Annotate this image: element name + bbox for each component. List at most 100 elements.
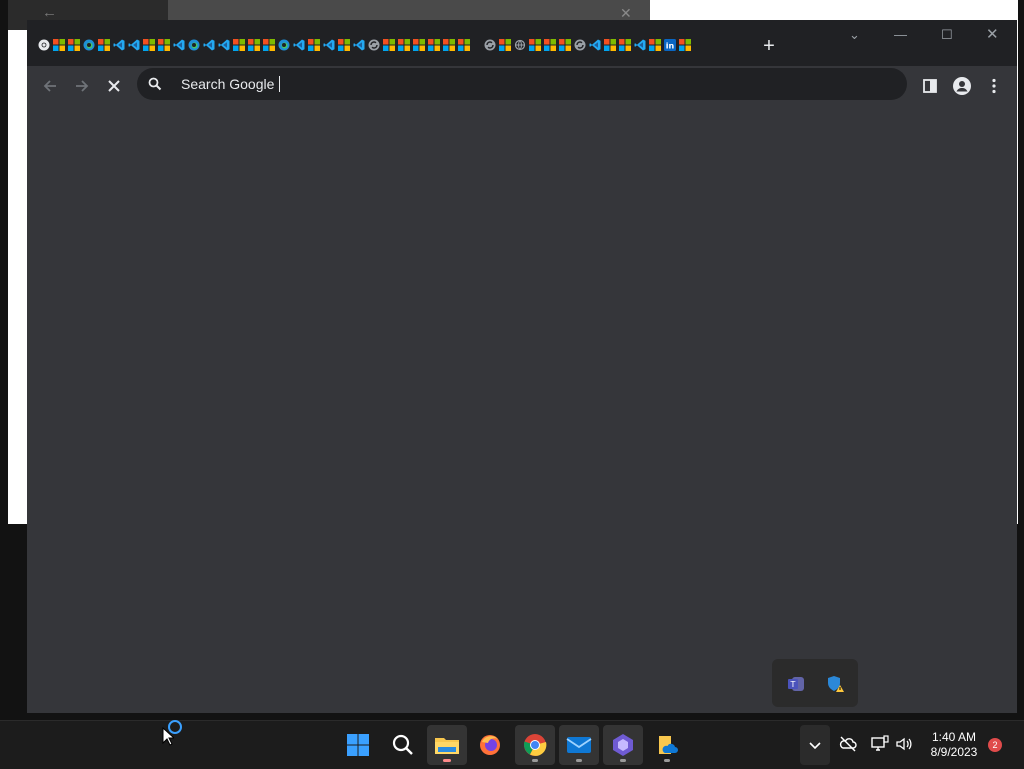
- browser-tab[interactable]: [368, 39, 380, 53]
- side-panel-icon: [923, 79, 937, 93]
- microsoft-icon: [649, 39, 661, 51]
- vscode-icon: [323, 39, 335, 51]
- edge-icon: [278, 39, 290, 51]
- onedrive-files-button[interactable]: [647, 725, 687, 765]
- side-panel-button[interactable]: [918, 74, 942, 98]
- browser-tab[interactable]: [308, 39, 320, 53]
- browser-tab[interactable]: [398, 39, 410, 53]
- browser-tab[interactable]: [338, 39, 350, 53]
- browser-tab[interactable]: [293, 39, 305, 53]
- address-bar-input[interactable]: Search Google: [181, 76, 281, 92]
- clock[interactable]: 1:40 AM 8/9/2023: [920, 730, 988, 760]
- vscode-icon: [634, 39, 646, 51]
- browser-tab[interactable]: [458, 39, 470, 53]
- browser-tab[interactable]: [98, 39, 110, 53]
- maximize-button[interactable]: ☐: [941, 28, 953, 42]
- browser-tab[interactable]: [68, 39, 80, 53]
- browser-tab[interactable]: [428, 39, 440, 53]
- page-content[interactable]: [27, 106, 1017, 713]
- browser-tab[interactable]: [484, 39, 496, 53]
- stop-loading-button[interactable]: [102, 74, 126, 98]
- microsoft-icon: [544, 39, 556, 51]
- browser-tab[interactable]: [263, 39, 275, 53]
- background-window-tab[interactable]: [168, 0, 650, 22]
- browser-tab[interactable]: [499, 39, 511, 53]
- file-explorer-button[interactable]: [427, 725, 467, 765]
- tab-search-chevron-icon[interactable]: ⌄: [849, 28, 860, 42]
- browser-tab[interactable]: [443, 39, 455, 53]
- browser-tab[interactable]: [218, 39, 230, 53]
- browser-tab[interactable]: [529, 39, 541, 53]
- running-indicator: [664, 759, 670, 762]
- teams-icon[interactable]: T: [786, 674, 806, 694]
- running-indicator: [532, 759, 538, 762]
- chrome-button[interactable]: [515, 725, 555, 765]
- browser-tab[interactable]: [649, 39, 661, 53]
- browser-tab[interactable]: [128, 39, 140, 53]
- edge-icon: [188, 39, 200, 51]
- menu-button[interactable]: [982, 74, 1006, 98]
- address-bar[interactable]: Search Google: [137, 68, 907, 100]
- browser-tab[interactable]: [604, 39, 616, 53]
- profile-icon: [953, 77, 971, 95]
- profile-button[interactable]: [950, 74, 974, 98]
- browser-tab[interactable]: [619, 39, 631, 53]
- globe-icon: [514, 39, 526, 51]
- browser-tab[interactable]: [173, 39, 185, 53]
- browser-tab[interactable]: [413, 39, 425, 53]
- browser-tab[interactable]: [574, 39, 586, 53]
- browser-tab[interactable]: [323, 39, 335, 53]
- volume-icon[interactable]: [895, 735, 913, 753]
- browser-tab[interactable]: [83, 39, 95, 53]
- onedrive-offline-icon[interactable]: [839, 735, 857, 753]
- background-back-arrow-icon[interactable]: ←: [42, 4, 57, 21]
- browser-tab[interactable]: [113, 39, 125, 53]
- browser-tab[interactable]: [38, 39, 50, 53]
- microsoft-icon: [443, 39, 455, 51]
- browser-tab[interactable]: [203, 39, 215, 53]
- browser-tab[interactable]: [559, 39, 571, 53]
- back-button[interactable]: [38, 74, 62, 98]
- browser-tab[interactable]: [353, 39, 365, 53]
- browser-tab[interactable]: [514, 39, 526, 53]
- show-hidden-icons-button[interactable]: [800, 725, 830, 765]
- microsoft-icon: [383, 39, 395, 51]
- start-button[interactable]: [338, 725, 378, 765]
- forward-button[interactable]: [70, 74, 94, 98]
- vscode-icon: [173, 39, 185, 51]
- new-tab-button[interactable]: +: [759, 36, 779, 56]
- tab-strip: in + ⌄ — ☐ ✕: [27, 20, 1017, 66]
- browser-tab[interactable]: [53, 39, 65, 53]
- microsoft-icon: [529, 39, 541, 51]
- close-button[interactable]: ✕: [986, 27, 999, 42]
- browser-tab[interactable]: [188, 39, 200, 53]
- microsoft-icon: [158, 39, 170, 51]
- browser-tab[interactable]: in: [664, 39, 676, 53]
- browser-tab[interactable]: [634, 39, 646, 53]
- browser-tab[interactable]: [679, 39, 691, 53]
- browser-tab[interactable]: [248, 39, 260, 53]
- mail-icon: [566, 737, 592, 753]
- browser-tab[interactable]: [383, 39, 395, 53]
- browser-tab[interactable]: [143, 39, 155, 53]
- vscode-icon: [113, 39, 125, 51]
- sync-icon: [484, 39, 496, 51]
- search-icon: [148, 77, 162, 91]
- browser-tab[interactable]: [233, 39, 245, 53]
- notification-badge[interactable]: 2: [988, 738, 1002, 752]
- network-icon[interactable]: [871, 735, 889, 753]
- browser-toolbar: Search Google: [27, 66, 1017, 106]
- browser-tab[interactable]: [278, 39, 290, 53]
- browser-tab[interactable]: [589, 39, 601, 53]
- defender-warning-icon[interactable]: [826, 674, 846, 694]
- browser-tab[interactable]: [544, 39, 556, 53]
- stop-x-icon: [108, 80, 120, 92]
- mail-button[interactable]: [559, 725, 599, 765]
- power-automate-button[interactable]: [603, 725, 643, 765]
- microsoft-icon: [398, 39, 410, 51]
- search-button[interactable]: [383, 725, 423, 765]
- minimize-button[interactable]: —: [894, 28, 907, 42]
- browser-tab[interactable]: [158, 39, 170, 53]
- firefox-button[interactable]: [470, 725, 510, 765]
- microsoft-icon: [499, 39, 511, 51]
